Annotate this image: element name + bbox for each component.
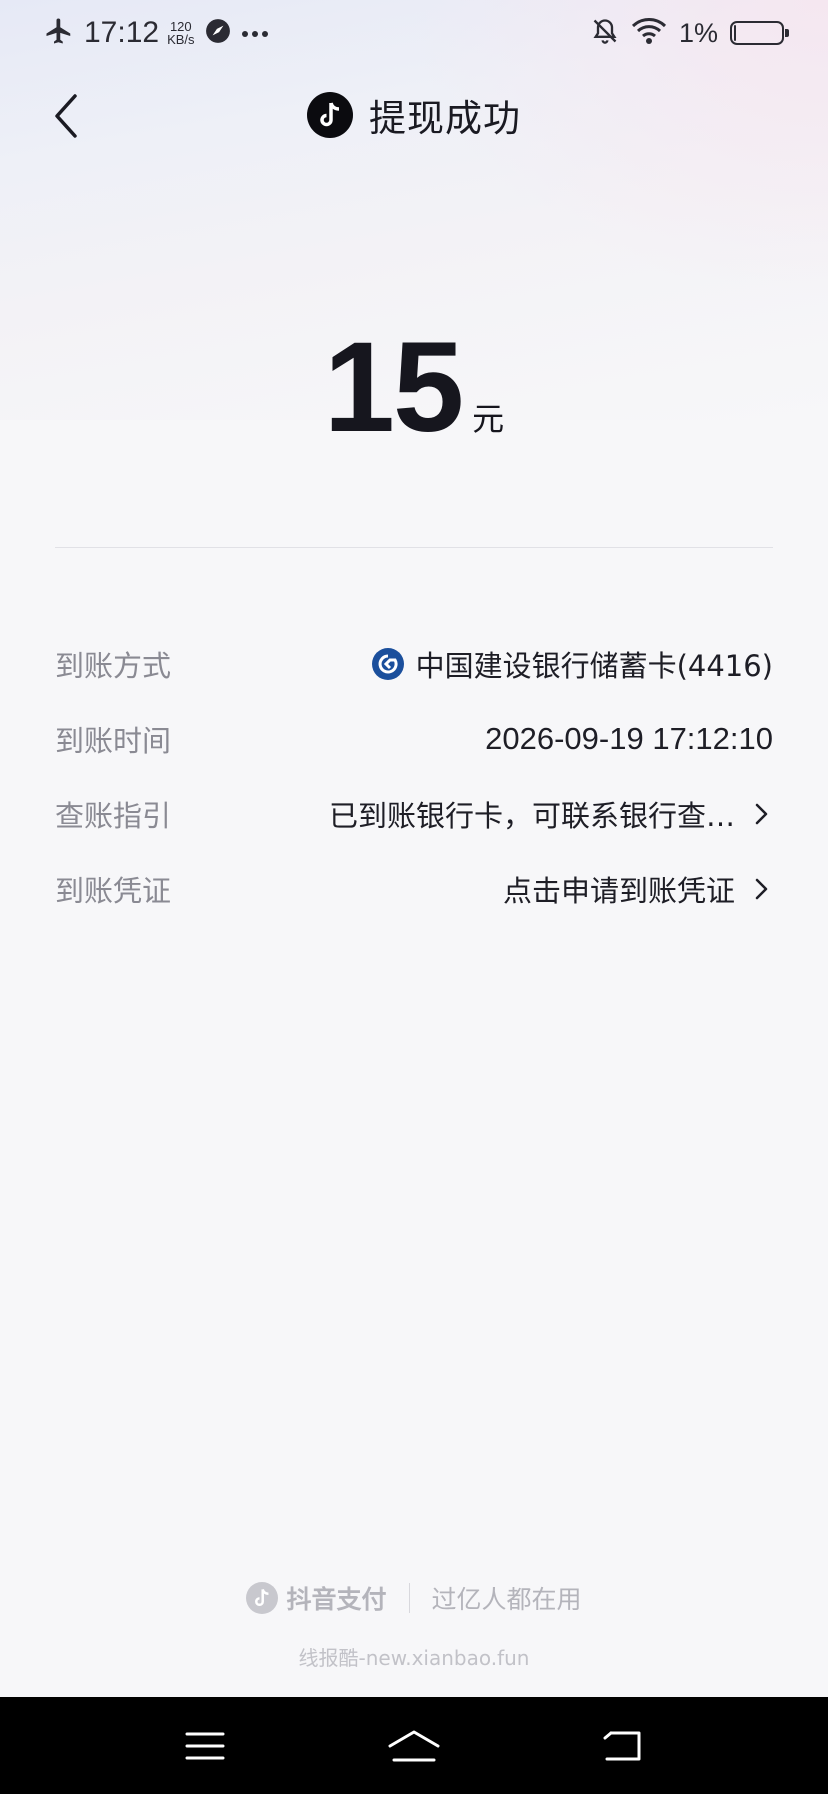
detail-value: 中国建设银行储蓄卡(4416): [371, 643, 773, 685]
detail-row-method: 到账方式 中国建设银行储蓄卡(4416): [55, 626, 773, 701]
chevron-right-icon: [749, 799, 773, 829]
guide-text: 已到账银行卡，可联系银行查…: [328, 798, 735, 833]
amount-value: 15: [323, 316, 464, 459]
watermark: 线报酷-new.xianbao.fun: [298, 1646, 530, 1670]
voucher-link-text: 点击申请到账凭证: [502, 873, 735, 908]
battery-fill: [734, 25, 736, 41]
ccb-bank-logo-icon: [371, 647, 404, 680]
detail-label: 查账指引: [55, 798, 172, 833]
brand-footer: 抖音支付 过亿人都在用: [0, 1578, 828, 1618]
detail-label: 到账时间: [55, 723, 172, 758]
airplane-icon: [44, 16, 74, 50]
detail-value: 2026-09-19 17:12:10: [485, 720, 773, 756]
detail-label: 到账方式: [55, 648, 172, 683]
divider: [55, 547, 773, 548]
more-dots-icon: [241, 24, 269, 43]
menu-icon: [185, 1732, 225, 1759]
douyin-pay-logo-icon: [246, 1582, 279, 1614]
status-left: 17:12 120 KB/s: [44, 14, 269, 52]
status-right: 1%: [591, 14, 789, 52]
brand-separator: [408, 1583, 410, 1613]
detail-row-guide[interactable]: 查账指引 已到账银行卡，可联系银行查…: [55, 776, 773, 851]
brand-slogan: 过亿人都在用: [431, 1585, 582, 1614]
douyin-logo-icon: [307, 92, 353, 138]
home-icon: [388, 1730, 440, 1761]
battery-icon: [730, 21, 789, 45]
wifi-icon: [631, 17, 667, 49]
detail-row-voucher[interactable]: 到账凭证 点击申请到账凭证: [55, 851, 773, 926]
detail-row-time: 到账时间 2026-09-19 17:12:10: [55, 701, 773, 776]
detail-value: 点击申请到账凭证: [503, 868, 773, 910]
back-nav-icon: [603, 1731, 641, 1760]
details-list: 到账方式 中国建设银行储蓄卡(4416) 到账时间 2026-09-19 17:…: [55, 626, 773, 926]
amount-display: 15 元: [0, 316, 828, 459]
header: 提现成功: [0, 76, 828, 154]
speed-unit: KB/s: [167, 32, 195, 47]
back-nav-button[interactable]: [583, 1716, 663, 1776]
status-time: 17:12: [84, 16, 160, 49]
home-button[interactable]: [374, 1716, 454, 1776]
header-center: 提现成功: [0, 76, 828, 154]
detail-label: 到账凭证: [55, 873, 172, 908]
battery-percent: 1%: [678, 17, 718, 48]
detail-value: 已到账银行卡，可联系银行查…: [329, 793, 773, 835]
page-title: 提现成功: [369, 97, 521, 140]
browser-icon: [205, 18, 231, 48]
network-speed: 120 KB/s: [167, 20, 194, 46]
bank-card-text: 中国建设银行储蓄卡(4416): [415, 648, 773, 683]
system-nav-bar: [0, 1697, 828, 1794]
menu-button[interactable]: [165, 1716, 245, 1776]
amount-unit: 元: [472, 400, 505, 438]
bell-muted-icon: [591, 17, 619, 49]
brand-name: 抖音支付: [286, 1585, 387, 1614]
chevron-right-icon: [749, 874, 773, 904]
status-bar: 17:12 120 KB/s 1%: [0, 0, 828, 66]
